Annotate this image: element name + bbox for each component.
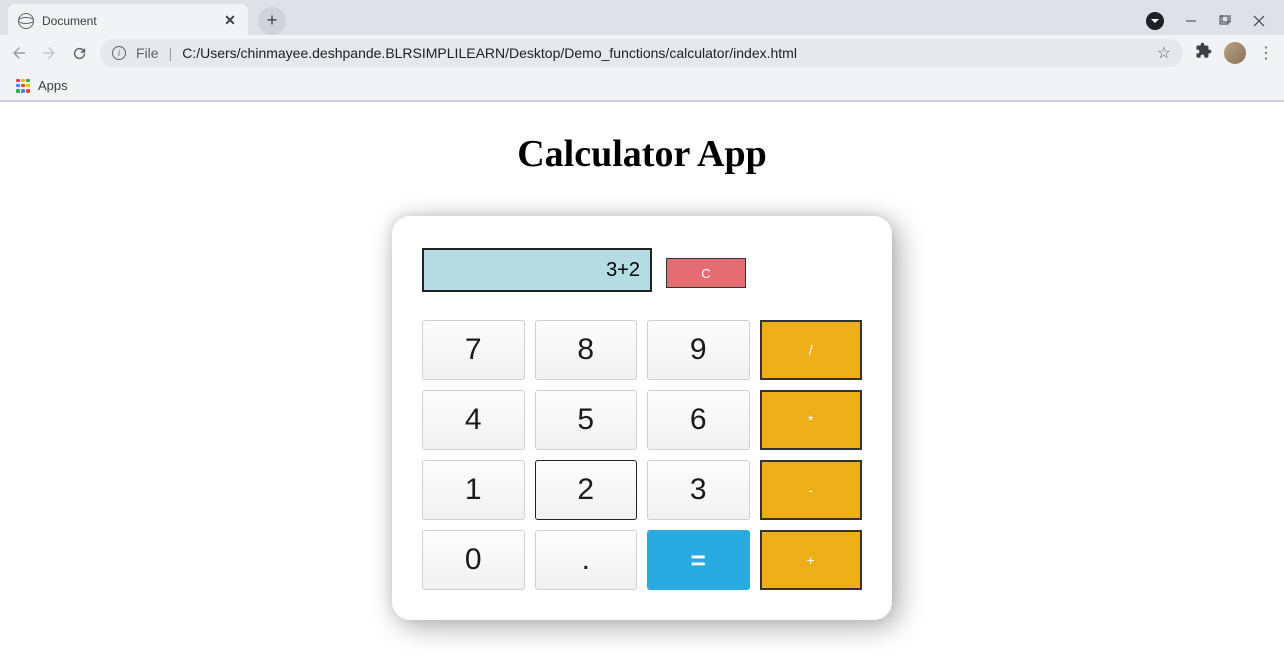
browser-tab[interactable]: Document ✕ <box>8 4 248 38</box>
info-icon[interactable]: i <box>112 46 126 60</box>
key-1[interactable]: 1 <box>422 460 525 520</box>
key-4[interactable]: 4 <box>422 390 525 450</box>
new-tab-button[interactable]: + <box>258 7 286 35</box>
reload-icon[interactable] <box>70 44 88 62</box>
key-equals[interactable]: = <box>647 530 750 590</box>
apps-label[interactable]: Apps <box>38 78 68 93</box>
page-title: Calculator App <box>0 132 1284 176</box>
tab-title: Document <box>42 14 214 28</box>
extension-badge-icon[interactable] <box>1146 12 1164 30</box>
key-9[interactable]: 9 <box>647 320 750 380</box>
key-0[interactable]: 0 <box>422 530 525 590</box>
browser-chrome: Document ✕ + i <box>0 0 1284 102</box>
key-5[interactable]: 5 <box>535 390 638 450</box>
key-7[interactable]: 7 <box>422 320 525 380</box>
extensions-icon[interactable] <box>1195 42 1212 64</box>
url-text: C:/Users/chinmayee.deshpande.BLRSIMPLILE… <box>182 45 1146 61</box>
key-dot[interactable]: . <box>535 530 638 590</box>
menu-icon[interactable]: ⋮ <box>1258 43 1274 63</box>
minimize-icon[interactable] <box>1184 14 1198 28</box>
calculator-top-row: C <box>416 248 868 292</box>
maximize-icon[interactable] <box>1218 14 1232 28</box>
key-plus[interactable]: + <box>760 530 863 590</box>
globe-icon <box>18 13 34 29</box>
clear-button[interactable]: C <box>666 258 746 288</box>
address-bar[interactable]: i File | C:/Users/chinmayee.deshpande.BL… <box>100 39 1183 67</box>
key-divide[interactable]: / <box>760 320 863 380</box>
key-3[interactable]: 3 <box>647 460 750 520</box>
close-tab-icon[interactable]: ✕ <box>222 13 238 29</box>
key-multiply[interactable]: * <box>760 390 863 450</box>
key-minus[interactable]: - <box>760 460 863 520</box>
toolbar: i File | C:/Users/chinmayee.deshpande.BL… <box>0 35 1284 71</box>
key-2[interactable]: 2 <box>535 460 638 520</box>
tab-strip: Document ✕ + <box>0 0 1284 35</box>
key-6[interactable]: 6 <box>647 390 750 450</box>
window-controls <box>1146 12 1284 30</box>
calculator: C 7 8 9 / 4 5 6 * 1 2 3 - 0 . = + <box>392 216 892 620</box>
keypad: 7 8 9 / 4 5 6 * 1 2 3 - 0 . = + <box>416 320 868 590</box>
forward-icon[interactable] <box>40 44 58 62</box>
back-icon[interactable] <box>10 44 28 62</box>
profile-avatar[interactable] <box>1224 42 1246 64</box>
url-scheme: File <box>136 45 159 61</box>
apps-grid-icon[interactable] <box>16 79 30 93</box>
key-8[interactable]: 8 <box>535 320 638 380</box>
page-content: Calculator App C 7 8 9 / 4 5 6 * 1 2 3 -… <box>0 102 1284 620</box>
bookmarks-bar: Apps <box>0 71 1284 101</box>
close-window-icon[interactable] <box>1252 14 1266 28</box>
url-separator: | <box>169 45 173 61</box>
calculator-display[interactable] <box>422 248 652 292</box>
bookmark-star-icon[interactable]: ☆ <box>1157 43 1171 63</box>
